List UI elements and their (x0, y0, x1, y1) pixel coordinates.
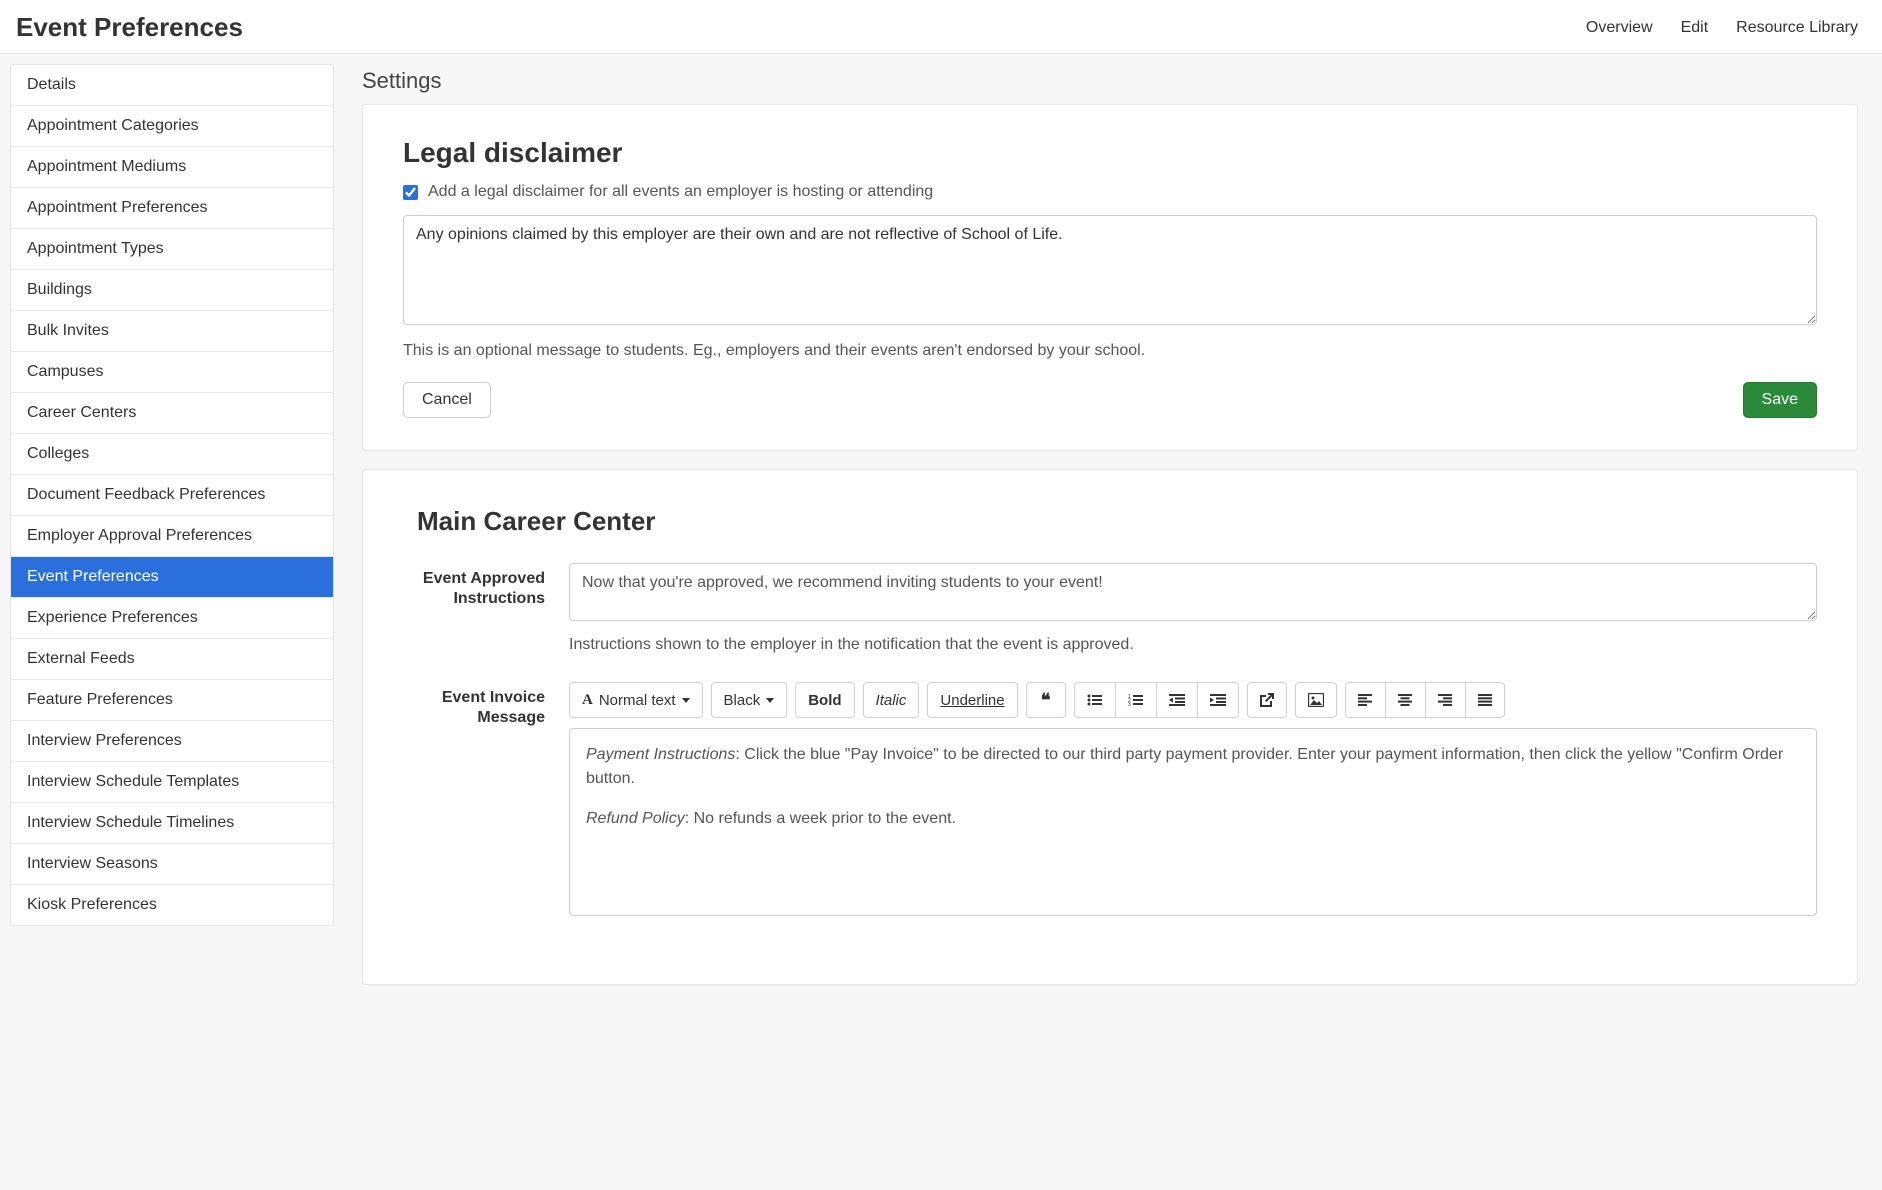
save-button[interactable]: Save (1743, 382, 1817, 418)
sidebar-item-appointment-preferences[interactable]: Appointment Preferences (11, 188, 333, 229)
sidebar-item-campuses[interactable]: Campuses (11, 352, 333, 393)
legal-disclaimer-heading: Legal disclaimer (403, 137, 1817, 169)
sidebar-item-feature-preferences[interactable]: Feature Preferences (11, 680, 333, 721)
event-approved-instructions-help: Instructions shown to the employer in th… (569, 636, 1817, 654)
toolbar-align-center-button[interactable] (1385, 682, 1425, 718)
toolbar-style-dropdown[interactable]: A Normal text (569, 682, 703, 718)
sidebar-item-kiosk-preferences[interactable]: Kiosk Preferences (11, 885, 333, 925)
nav-resource-library[interactable]: Resource Library (1736, 19, 1858, 37)
svg-text:3: 3 (1128, 702, 1131, 706)
sidebar-item-interview-schedule-timelines[interactable]: Interview Schedule Timelines (11, 803, 333, 844)
toolbar-underline-button[interactable]: Underline (927, 682, 1017, 718)
toolbar-align-left-button[interactable] (1345, 682, 1385, 718)
event-invoice-message-editor[interactable]: Payment Instructions: Click the blue "Pa… (569, 728, 1817, 916)
toolbar-style-label: Normal text (599, 692, 676, 709)
sidebar-item-appointment-types[interactable]: Appointment Types (11, 229, 333, 270)
toolbar-bold-button[interactable]: Bold (795, 682, 854, 718)
font-icon: A (582, 692, 593, 709)
nav-edit[interactable]: Edit (1681, 19, 1709, 37)
outdent-icon (1169, 694, 1185, 706)
editor-payment-instructions-label: Payment Instructions (586, 746, 735, 763)
align-center-icon (1398, 694, 1412, 706)
sidebar-item-interview-schedule-templates[interactable]: Interview Schedule Templates (11, 762, 333, 803)
list-ul-icon (1087, 694, 1103, 706)
sidebar-item-interview-seasons[interactable]: Interview Seasons (11, 844, 333, 885)
toolbar-image-button[interactable] (1295, 682, 1337, 718)
editor-refund-policy-text: : No refunds a week prior to the event. (685, 810, 956, 827)
legal-disclaimer-checkbox-label[interactable]: Add a legal disclaimer for all events an… (428, 183, 933, 201)
sidebar-item-appointment-mediums[interactable]: Appointment Mediums (11, 147, 333, 188)
main-career-center-heading: Main Career Center (417, 506, 1817, 537)
editor-payment-instructions-text: : Click the blue "Pay Invoice" to be dir… (586, 746, 1783, 787)
toolbar-quote-button[interactable]: ❝ (1026, 682, 1066, 718)
header-nav: Overview Edit Resource Library (1586, 19, 1858, 37)
sidebar-item-event-preferences[interactable]: Event Preferences (11, 557, 333, 598)
chevron-down-icon (766, 698, 774, 703)
sidebar-item-external-feeds[interactable]: External Feeds (11, 639, 333, 680)
image-icon (1308, 693, 1324, 707)
sidebar: DetailsAppointment CategoriesAppointment… (10, 64, 334, 926)
main-career-center-panel: Main Career Center Event Approved Instru… (362, 469, 1858, 985)
legal-disclaimer-help-text: This is an optional message to students.… (403, 342, 1817, 360)
toolbar-ordered-list-button[interactable]: 123 (1115, 682, 1156, 718)
toolbar-unordered-list-button[interactable] (1074, 682, 1115, 718)
cancel-button[interactable]: Cancel (403, 382, 491, 418)
legal-disclaimer-textarea[interactable] (403, 215, 1817, 325)
quote-icon: ❝ (1041, 690, 1051, 711)
toolbar-color-label: Black (724, 692, 761, 709)
share-icon (1260, 693, 1274, 707)
sidebar-item-career-centers[interactable]: Career Centers (11, 393, 333, 434)
legal-disclaimer-panel: Legal disclaimer Add a legal disclaimer … (362, 104, 1858, 451)
toolbar-indent-button[interactable] (1197, 682, 1239, 718)
main-content: Settings Legal disclaimer Add a legal di… (344, 54, 1882, 1009)
nav-overview[interactable]: Overview (1586, 19, 1653, 37)
toolbar-align-right-button[interactable] (1425, 682, 1465, 718)
sidebar-item-bulk-invites[interactable]: Bulk Invites (11, 311, 333, 352)
richtext-toolbar: A Normal text Black Bold Italic Underlin… (569, 682, 1817, 718)
list-ol-icon: 123 (1128, 694, 1144, 706)
page-title: Event Preferences (16, 12, 243, 43)
toolbar-color-dropdown[interactable]: Black (711, 682, 788, 718)
align-right-icon (1438, 694, 1452, 706)
sidebar-item-colleges[interactable]: Colleges (11, 434, 333, 475)
sidebar-item-document-feedback-preferences[interactable]: Document Feedback Preferences (11, 475, 333, 516)
sidebar-item-buildings[interactable]: Buildings (11, 270, 333, 311)
event-approved-instructions-textarea[interactable] (569, 563, 1817, 621)
page-header: Event Preferences Overview Edit Resource… (0, 0, 1882, 54)
align-left-icon (1358, 694, 1372, 706)
sidebar-item-interview-preferences[interactable]: Interview Preferences (11, 721, 333, 762)
sidebar-item-experience-preferences[interactable]: Experience Preferences (11, 598, 333, 639)
legal-disclaimer-checkbox[interactable] (403, 185, 418, 200)
toolbar-link-button[interactable] (1247, 682, 1287, 718)
chevron-down-icon (682, 698, 690, 703)
settings-heading: Settings (362, 68, 1858, 94)
sidebar-item-details[interactable]: Details (11, 65, 333, 106)
sidebar-item-appointment-categories[interactable]: Appointment Categories (11, 106, 333, 147)
toolbar-italic-button[interactable]: Italic (863, 682, 920, 718)
editor-refund-policy-label: Refund Policy (586, 810, 685, 827)
align-justify-icon (1478, 694, 1492, 706)
event-invoice-message-label: Event Invoice Message (403, 682, 545, 728)
indent-icon (1210, 694, 1226, 706)
sidebar-item-employer-approval-preferences[interactable]: Employer Approval Preferences (11, 516, 333, 557)
toolbar-outdent-button[interactable] (1156, 682, 1197, 718)
toolbar-align-justify-button[interactable] (1465, 682, 1505, 718)
event-approved-instructions-label: Event Approved Instructions (403, 563, 545, 609)
